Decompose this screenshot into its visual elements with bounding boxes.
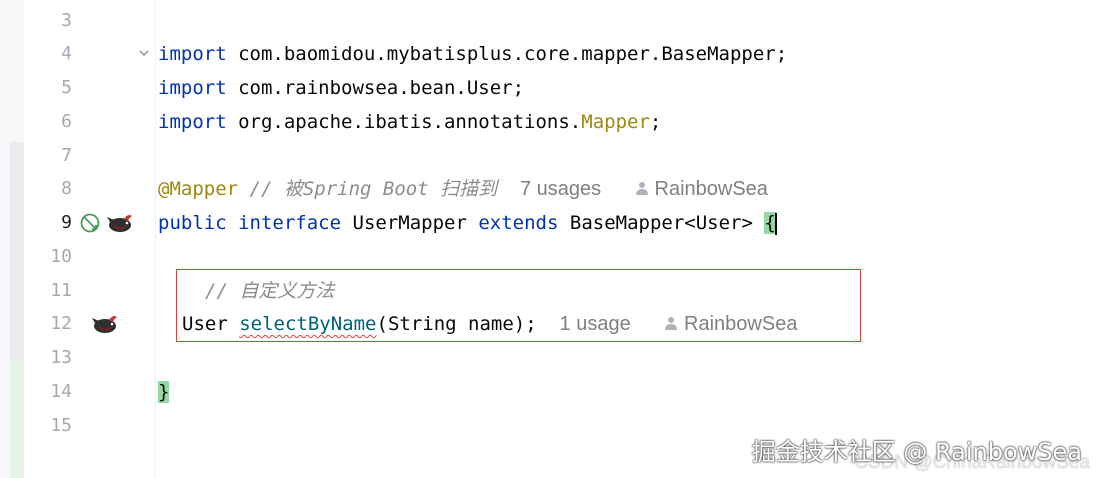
author-name: RainbowSea — [654, 178, 768, 200]
line-number: 5 — [61, 77, 72, 98]
line-number: 13 — [50, 347, 72, 368]
code-text: public interface UserMapper extends Base… — [158, 206, 777, 240]
code-line-14[interactable]: 14 } — [0, 375, 1096, 409]
code-line-5[interactable]: 5 import com.rainbowsea.bean.User; — [0, 71, 1096, 105]
code-token: com.rainbowsea.bean.User; — [226, 77, 525, 99]
code-line-8[interactable]: 8 @Mapper // 被Spring Boot 扫描到 7 usages R… — [0, 172, 1096, 206]
interface-name[interactable]: UserMapper — [353, 212, 467, 234]
line-number: 6 — [61, 111, 72, 132]
line-number: 12 — [50, 313, 72, 334]
keyword: import — [158, 43, 227, 65]
line-number: 7 — [61, 145, 72, 166]
highlight-box — [176, 269, 861, 342]
line-number: 3 — [61, 10, 72, 31]
code-line-3[interactable]: 3 — [0, 4, 1096, 38]
code-line-13[interactable]: 13 — [0, 341, 1096, 375]
code-line-4[interactable]: 4 import com.baomidou.mybatisplus.core.m… — [0, 37, 1096, 71]
person-icon — [635, 182, 648, 196]
keyword: public — [158, 212, 227, 234]
line-number: 9 — [61, 212, 72, 233]
line-number: 8 — [61, 178, 72, 199]
keyword: interface — [238, 212, 342, 234]
code-editor[interactable]: 3 4 import com.baomidou.mybatisplus.core… — [0, 0, 1096, 478]
code-line-7[interactable]: 7 — [0, 139, 1096, 173]
code-token: org.apache.ibatis.annotations. — [226, 111, 582, 133]
super-type[interactable]: BaseMapper<User> — [570, 212, 753, 234]
annotation-ref[interactable]: Mapper — [581, 111, 650, 133]
usages-hint[interactable]: 7 usages — [520, 178, 601, 200]
close-brace: } — [158, 381, 170, 403]
line-number: 10 — [50, 246, 72, 267]
code-text: import com.baomidou.mybatisplus.core.map… — [158, 37, 787, 71]
text-cursor — [774, 212, 777, 235]
code-line-9[interactable]: 9 public interface UserMapper extends Ba… — [0, 206, 1096, 240]
line-number: 15 — [50, 415, 72, 436]
keyword: import — [158, 77, 227, 99]
keyword: import — [158, 111, 227, 133]
author-hint[interactable]: RainbowSea — [635, 178, 768, 200]
keyword: extends — [478, 212, 559, 234]
line-number: 4 — [61, 43, 72, 64]
code-text: import com.rainbowsea.bean.User; — [158, 71, 524, 105]
code-text: @Mapper // 被Spring Boot 扫描到 7 usages Rai… — [158, 172, 768, 206]
implemented-icon[interactable] — [79, 212, 101, 234]
annotation[interactable]: @Mapper — [158, 178, 238, 200]
line-number: 14 — [50, 381, 72, 402]
bird-icon[interactable] — [106, 212, 134, 234]
code-text: } — [158, 375, 170, 409]
code-line-6[interactable]: 6 import org.apache.ibatis.annotations.M… — [0, 105, 1096, 139]
code-text: import org.apache.ibatis.annotations.Map… — [158, 105, 661, 139]
line-number: 11 — [50, 280, 72, 301]
watermark-juejin: 掘金技术社区 @ RainbowSea — [751, 438, 1082, 466]
bird-icon[interactable] — [91, 313, 119, 335]
code-token: com.baomidou.mybatisplus.core.mapper.Bas… — [226, 43, 788, 65]
code-token: ; — [649, 111, 662, 133]
comment: // 被Spring Boot 扫描到 — [238, 178, 498, 200]
fold-icon[interactable] — [139, 48, 149, 58]
